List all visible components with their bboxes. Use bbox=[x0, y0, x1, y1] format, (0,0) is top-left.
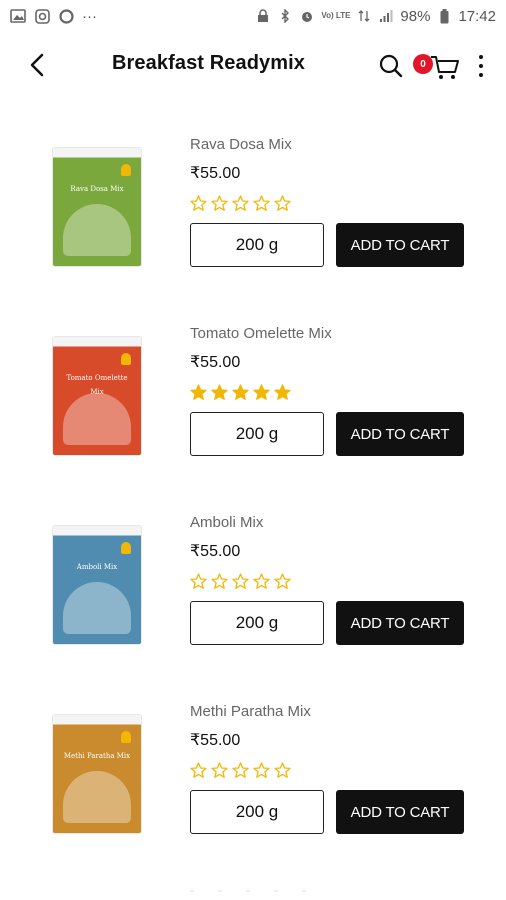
package-label: Tomato Omelette Mix bbox=[66, 374, 128, 396]
cart-button[interactable]: 0 bbox=[412, 52, 462, 82]
package-label: Rava Dosa Mix bbox=[70, 185, 124, 193]
signal-icon bbox=[378, 9, 394, 23]
product-name[interactable]: Methi Paratha Mix bbox=[190, 703, 311, 720]
product-card: Methi Paratha Mix Methi Paratha Mix ₹55.… bbox=[0, 695, 506, 884]
star-empty-icon bbox=[232, 762, 249, 778]
product-image[interactable]: Tomato Omelette Mix bbox=[53, 337, 141, 455]
status-left: ··· bbox=[10, 8, 97, 25]
product-image[interactable]: Rava Dosa Mix bbox=[53, 148, 141, 266]
app-header: Breakfast Readymix 0 bbox=[0, 40, 506, 90]
star-empty-icon bbox=[232, 573, 249, 589]
divider bbox=[302, 890, 306, 892]
product-price: ₹55.00 bbox=[190, 165, 241, 182]
product-card: Rava Dosa Mix Rava Dosa Mix ₹55.00 200 g… bbox=[0, 128, 506, 317]
brand-logo-icon bbox=[121, 353, 131, 365]
status-right: Vo) LTE 98% 17:42 bbox=[255, 8, 496, 25]
product-price: ₹55.00 bbox=[190, 354, 241, 371]
package-food-picture bbox=[63, 771, 131, 823]
rating-stars bbox=[190, 384, 291, 401]
product-card: Tomato Omelette Mix Tomato Omelette Mix … bbox=[0, 317, 506, 506]
cart-icon bbox=[431, 56, 459, 79]
star-empty-icon bbox=[274, 195, 291, 211]
add-to-cart-button[interactable]: ADD TO CART bbox=[336, 412, 464, 456]
product-card: Amboli Mix Amboli Mix ₹55.00 200 g ADD T… bbox=[0, 506, 506, 695]
product-image[interactable]: Methi Paratha Mix bbox=[53, 715, 141, 833]
rating-stars bbox=[190, 195, 291, 212]
alarm-icon bbox=[299, 9, 315, 23]
star-filled-icon bbox=[274, 384, 291, 400]
product-name[interactable]: Rava Dosa Mix bbox=[190, 136, 292, 153]
instagram-icon bbox=[34, 8, 50, 24]
rating-stars bbox=[190, 762, 291, 779]
search-icon bbox=[379, 54, 403, 78]
package-food-picture bbox=[63, 393, 131, 445]
weight-selector[interactable]: 200 g bbox=[190, 412, 324, 456]
network-label: Vo) LTE bbox=[321, 11, 351, 20]
star-empty-icon bbox=[211, 195, 228, 211]
weight-selector[interactable]: 200 g bbox=[190, 223, 324, 267]
star-empty-icon bbox=[232, 195, 249, 211]
product-price: ₹55.00 bbox=[190, 732, 241, 749]
scroll-hint bbox=[190, 890, 306, 892]
brand-logo-icon bbox=[121, 731, 131, 743]
star-filled-icon bbox=[211, 384, 228, 400]
status-time: 17:42 bbox=[458, 7, 496, 25]
star-empty-icon bbox=[211, 762, 228, 778]
cart-count-badge: 0 bbox=[413, 54, 433, 74]
more-dot-icon bbox=[479, 55, 483, 59]
product-price: ₹55.00 bbox=[190, 543, 241, 560]
back-arrow-icon bbox=[30, 53, 44, 77]
circle-icon bbox=[58, 8, 74, 24]
add-to-cart-button[interactable]: ADD TO CART bbox=[336, 223, 464, 267]
package-food-picture bbox=[63, 582, 131, 634]
star-empty-icon bbox=[274, 762, 291, 778]
page-title: Breakfast Readymix bbox=[112, 52, 306, 74]
weight-selector[interactable]: 200 g bbox=[190, 601, 324, 645]
brand-logo-icon bbox=[121, 542, 131, 554]
image-icon bbox=[10, 9, 26, 23]
star-filled-icon bbox=[232, 384, 249, 400]
battery-icon bbox=[436, 8, 452, 23]
star-filled-icon bbox=[190, 384, 207, 400]
star-empty-icon bbox=[211, 573, 228, 589]
star-empty-icon bbox=[190, 762, 207, 778]
weight-selector[interactable]: 200 g bbox=[190, 790, 324, 834]
star-filled-icon bbox=[253, 384, 270, 400]
search-button[interactable] bbox=[378, 53, 404, 79]
data-arrows-icon bbox=[356, 9, 372, 23]
more-dot-icon bbox=[479, 64, 483, 68]
brand-logo-icon bbox=[121, 164, 131, 176]
package-label: Methi Paratha Mix bbox=[63, 752, 131, 760]
star-empty-icon bbox=[253, 762, 270, 778]
product-name[interactable]: Amboli Mix bbox=[190, 514, 263, 531]
package-food-picture bbox=[63, 204, 131, 256]
more-options-button[interactable] bbox=[470, 52, 492, 80]
star-empty-icon bbox=[190, 195, 207, 211]
more-notifications-icon: ··· bbox=[82, 7, 97, 25]
divider bbox=[246, 890, 250, 892]
star-empty-icon bbox=[253, 195, 270, 211]
lock-icon bbox=[255, 9, 271, 23]
divider bbox=[190, 890, 194, 892]
back-button[interactable] bbox=[22, 50, 52, 80]
add-to-cart-button[interactable]: ADD TO CART bbox=[336, 790, 464, 834]
rating-stars bbox=[190, 573, 291, 590]
package-label: Amboli Mix bbox=[76, 563, 118, 571]
status-bar: ··· Vo) LTE 98% 17:42 bbox=[0, 0, 506, 32]
bluetooth-icon bbox=[277, 9, 293, 23]
star-empty-icon bbox=[274, 573, 291, 589]
star-empty-icon bbox=[190, 573, 207, 589]
add-to-cart-button[interactable]: ADD TO CART bbox=[336, 601, 464, 645]
product-name[interactable]: Tomato Omelette Mix bbox=[190, 325, 332, 342]
battery-percent: 98% bbox=[400, 7, 431, 25]
product-list: Rava Dosa Mix Rava Dosa Mix ₹55.00 200 g… bbox=[0, 128, 506, 884]
product-image[interactable]: Amboli Mix bbox=[53, 526, 141, 644]
star-empty-icon bbox=[253, 573, 270, 589]
more-dot-icon bbox=[479, 73, 483, 77]
divider bbox=[274, 890, 278, 892]
divider bbox=[218, 890, 222, 892]
